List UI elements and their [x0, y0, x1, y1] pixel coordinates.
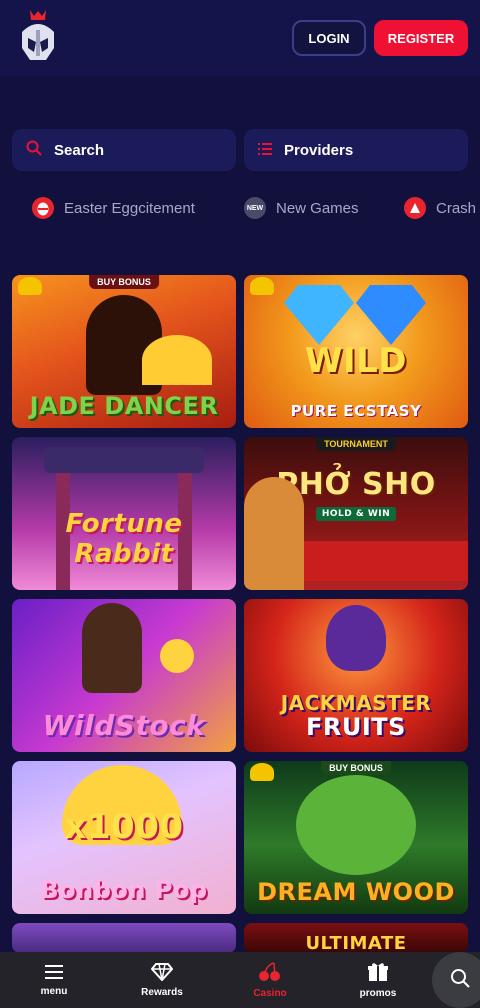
game-title: JACKMASTER: [280, 691, 432, 715]
game-tile-wild-pure-ecstasy[interactable]: WILD PURE ECSTASY: [244, 275, 468, 428]
search-button[interactable]: Search: [12, 129, 236, 171]
character-art: [244, 477, 304, 590]
category-carousel: Easter Eggcitement NEW New Games Crash: [0, 190, 480, 226]
crash-icon: [404, 197, 426, 219]
search-icon: [450, 968, 470, 993]
cherries-icon: [258, 961, 282, 985]
category-crash[interactable]: Crash: [404, 190, 476, 226]
game-title: x1000: [64, 807, 184, 847]
character-art: [82, 603, 142, 693]
search-icon: [26, 140, 42, 160]
search-label: Search: [54, 141, 105, 159]
buy-bonus-badge: BUY BONUS: [321, 761, 391, 775]
jester-art: [326, 605, 386, 671]
search-row: Search Providers: [12, 129, 468, 171]
providers-button[interactable]: Providers: [244, 129, 468, 171]
game-tile-bonbon-pop[interactable]: x1000 Bonbon Pop: [12, 761, 236, 914]
game-tile-jackmaster-fruits[interactable]: JACKMASTER FRUITS: [244, 599, 468, 752]
tournament-badge: TOURNAMENT: [316, 437, 396, 451]
diamond-icon: [356, 285, 426, 345]
diamond-icon: [150, 962, 174, 984]
game-title: WILD: [304, 341, 408, 381]
nav-promos[interactable]: promos: [324, 952, 432, 1008]
bottom-navigation: menu Rewards Casino promos: [0, 952, 480, 1008]
counter-art: [304, 541, 468, 581]
game-tile-dream-wood[interactable]: BUY BONUS DREAM WOOD: [244, 761, 468, 914]
register-button[interactable]: REGISTER: [374, 20, 468, 56]
nav-label: promos: [359, 987, 397, 999]
provider-mark-icon: [250, 277, 274, 295]
nav-casino[interactable]: Casino: [216, 952, 324, 1008]
easter-egg-icon: [32, 197, 54, 219]
category-label: New Games: [276, 199, 359, 217]
new-badge-icon: NEW: [244, 197, 266, 219]
game-tile-jade-dancer[interactable]: BUY BONUS JADE DANCER: [12, 275, 236, 428]
game-title: DREAM WOOD: [257, 878, 455, 906]
game-grid: BUY BONUS JADE DANCER WILD PURE ECSTASY …: [12, 275, 468, 953]
nav-label: Rewards: [141, 986, 183, 998]
top-header: LOGIN REGISTER: [0, 0, 480, 76]
hamburger-icon: [45, 964, 63, 983]
provider-mark-icon: [250, 763, 274, 781]
list-icon: [258, 142, 272, 159]
category-label: Easter Eggcitement: [64, 199, 195, 217]
game-subtitle: FRUITS: [306, 713, 406, 741]
game-title: ULTIMATE: [305, 933, 407, 953]
gift-icon: [367, 962, 389, 985]
nav-label: Casino: [253, 987, 287, 999]
floating-search-button[interactable]: [432, 952, 480, 1008]
game-tile-pho-sho[interactable]: TOURNAMENT PHỞ SHO HOLD & WIN: [244, 437, 468, 590]
nav-menu[interactable]: menu: [0, 952, 108, 1008]
provider-mark-icon: [18, 277, 42, 295]
diamond-icon: [284, 285, 354, 345]
game-title: JADE DANCER: [29, 392, 219, 420]
nav-rewards[interactable]: Rewards: [108, 952, 216, 1008]
category-easter[interactable]: Easter Eggcitement: [32, 190, 195, 226]
providers-label: Providers: [284, 141, 354, 159]
game-title: Fortune Rabbit: [65, 509, 183, 569]
game-tile-ultimate[interactable]: ULTIMATE: [244, 923, 468, 953]
brand-logo[interactable]: [16, 8, 60, 68]
login-button[interactable]: LOGIN: [292, 20, 366, 56]
game-tile-fortune-rabbit[interactable]: Fortune Rabbit: [12, 437, 236, 590]
smiley-icon: [160, 639, 194, 673]
gate-roof-art: [44, 447, 204, 473]
category-new-games[interactable]: NEW New Games: [244, 190, 359, 226]
buy-bonus-badge: BUY BONUS: [89, 275, 159, 289]
category-label: Crash: [436, 199, 477, 217]
game-tile[interactable]: [12, 923, 236, 953]
game-tile-wildstock[interactable]: WildStock: [12, 599, 236, 752]
tree-character-art: [296, 775, 416, 875]
fan-art: [142, 335, 212, 385]
game-subtitle: PURE ECSTASY: [290, 402, 422, 420]
game-subtitle: Bonbon Pop: [40, 876, 208, 904]
nav-label: menu: [40, 985, 68, 997]
game-title: WildStock: [42, 709, 206, 742]
